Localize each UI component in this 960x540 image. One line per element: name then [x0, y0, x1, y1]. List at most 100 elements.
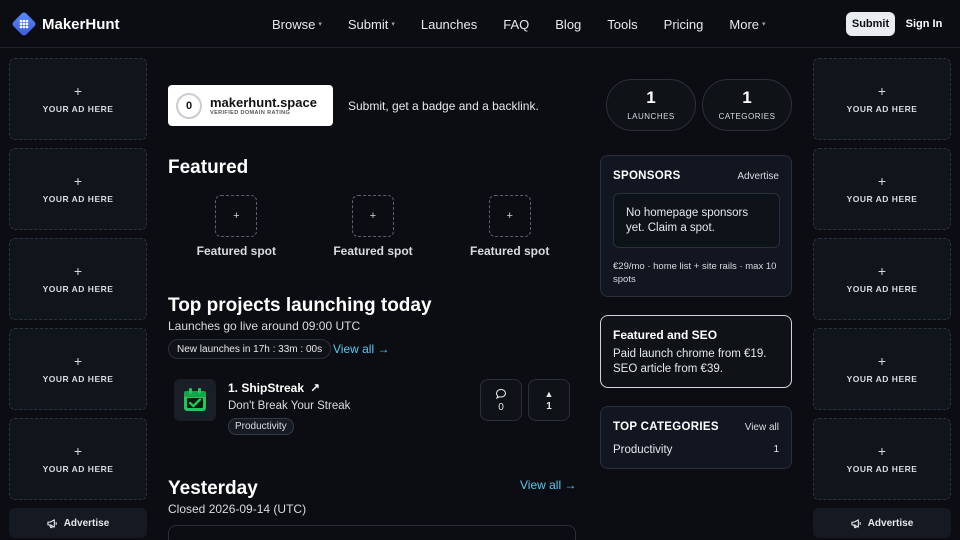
plus-icon: +	[73, 353, 83, 369]
project-logo[interactable]	[174, 379, 216, 421]
nav-submit[interactable]: Submit ▾	[348, 17, 395, 32]
project-title: 1. ShipStreak	[228, 381, 305, 395]
category-name: Productivity	[613, 444, 673, 456]
top-header: MakerHunt Browse ▾ Submit ▾ Launches FAQ B…	[0, 0, 960, 48]
project-row: 1. ShipStreak ↗ Don't Break Your Streak …	[174, 379, 576, 435]
nav-more[interactable]: More ▾	[729, 17, 765, 32]
project-title-link[interactable]: 1. ShipStreak ↗	[228, 381, 320, 395]
ad-label: YOUR AD HERE	[42, 284, 114, 294]
launches-stat: 1 LAUNCHES	[606, 79, 696, 131]
badge-text-group: makerhunt.space VERIFIED DOMAIN RATING	[210, 95, 317, 116]
featured-spot-label: Featured spot	[196, 244, 276, 258]
upvote-arrow-icon: ▲	[544, 388, 554, 399]
ad-slot[interactable]: + YOUR AD HERE	[813, 58, 951, 140]
nav-blog[interactable]: Blog	[555, 17, 581, 32]
featured-spot[interactable]: + Featured spot	[441, 195, 578, 258]
right-ad-column: + YOUR AD HERE + YOUR AD HERE + YOUR AD HER…	[813, 58, 951, 538]
ad-slot[interactable]: + YOUR AD HERE	[9, 418, 147, 500]
today-view-all-link[interactable]: View all →	[333, 342, 389, 356]
nav-pricing-label: Pricing	[663, 16, 704, 32]
megaphone-icon	[851, 518, 861, 528]
yesterday-view-all-link[interactable]: View all →	[520, 478, 576, 492]
advertise-button[interactable]: Advertise	[813, 508, 951, 538]
plus-icon: +	[73, 173, 83, 189]
plus-icon: +	[877, 263, 887, 279]
plus-icon: +	[488, 195, 531, 237]
nav-pricing[interactable]: Pricing	[664, 17, 704, 32]
sponsors-advertise-link[interactable]: Advertise	[737, 171, 779, 182]
featured-seo-card[interactable]: Featured and SEO Paid launch chrome from…	[600, 315, 792, 388]
nav-faq[interactable]: FAQ	[503, 17, 529, 32]
sponsors-title: SPONSORS	[613, 170, 681, 182]
launches-count: 1	[646, 88, 656, 107]
sponsors-empty-state[interactable]: No homepage sponsors yet. Claim a spot.	[613, 193, 780, 248]
left-ad-column: + YOUR AD HERE + YOUR AD HERE + YOUR AD HER…	[9, 58, 147, 538]
main-nav: Browse ▾ Submit ▾ Launches FAQ Blog Tools …	[272, 0, 792, 48]
seo-line-article: SEO article from €39.	[613, 363, 723, 375]
yesterday-project-card[interactable]	[168, 525, 576, 540]
brand[interactable]: MakerHunt	[12, 12, 120, 36]
ad-label: YOUR AD HERE	[846, 374, 918, 384]
nav-more-label: More	[729, 16, 760, 32]
seo-title: Featured and SEO	[613, 328, 718, 342]
ad-slot[interactable]: + YOUR AD HERE	[9, 148, 147, 230]
featured-spot-label: Featured spot	[333, 244, 413, 258]
category-count: 1	[773, 444, 779, 455]
badge-description: Submit, get a badge and a backlink.	[348, 98, 539, 113]
featured-spot[interactable]: + Featured spot	[168, 195, 305, 258]
chevron-down-icon: ▾	[391, 21, 395, 28]
badge-subtitle: VERIFIED DOMAIN RATING	[210, 109, 291, 116]
ad-label: YOUR AD HERE	[42, 464, 114, 474]
top-categories-panel: TOP CATEGORIES View all Productivity 1	[600, 406, 792, 469]
sign-in-button[interactable]: Sign In	[903, 12, 945, 36]
ad-label: YOUR AD HERE	[846, 194, 918, 204]
ad-slot[interactable]: + YOUR AD HERE	[813, 148, 951, 230]
launch-countdown: New launches in 17h : 33m : 00s	[168, 339, 332, 359]
submit-button[interactable]: Submit	[846, 12, 895, 36]
ad-slot[interactable]: + YOUR AD HERE	[813, 328, 951, 410]
nav-browse[interactable]: Browse ▾	[272, 17, 322, 32]
ad-slot[interactable]: + YOUR AD HERE	[9, 328, 147, 410]
ad-label: YOUR AD HERE	[42, 104, 114, 114]
plus-icon: +	[877, 173, 887, 189]
sponsors-panel: SPONSORS Advertise No homepage sponsors …	[600, 155, 792, 297]
category-row[interactable]: Productivity 1	[613, 444, 779, 456]
yesterday-subtitle: Closed 2026-09-14 (UTC)	[168, 502, 307, 516]
launches-label: LAUNCHES	[627, 112, 675, 121]
nav-blog-label: Blog	[555, 16, 582, 32]
ad-label: YOUR AD HERE	[846, 104, 918, 114]
calendar-check-icon	[184, 388, 206, 411]
comments-button[interactable]: 0	[480, 379, 522, 421]
featured-spot[interactable]: + Featured spot	[305, 195, 442, 258]
badge-row: 0 makerhunt.space VERIFIED DOMAIN RATING…	[168, 85, 539, 126]
ad-slot[interactable]: + YOUR AD HERE	[813, 238, 951, 320]
categories-label: CATEGORIES	[718, 112, 776, 121]
featured-spots: + Featured spot + Featured spot + Featured …	[168, 195, 578, 258]
categories-view-all-link[interactable]: View all	[745, 422, 779, 433]
today-title: Top projects launching today	[168, 295, 432, 316]
ad-slot[interactable]: + YOUR AD HERE	[9, 58, 147, 140]
upvote-button[interactable]: ▲ 1	[528, 379, 570, 421]
featured-title: Featured	[168, 157, 249, 178]
nav-faq-label: FAQ	[503, 16, 530, 32]
nav-launches[interactable]: Launches	[421, 17, 477, 32]
domain-rating-badge[interactable]: 0 makerhunt.space VERIFIED DOMAIN RATING	[168, 85, 333, 126]
chevron-down-icon: ▾	[762, 21, 766, 28]
ad-label: YOUR AD HERE	[846, 284, 918, 294]
comment-icon	[495, 388, 507, 399]
nav-submit-label: Submit	[347, 16, 389, 32]
advertise-label: Advertise	[63, 517, 110, 529]
top-categories-title: TOP CATEGORIES	[613, 421, 719, 433]
yesterday-title: Yesterday	[168, 478, 258, 499]
megaphone-icon	[47, 518, 57, 528]
plus-icon: +	[877, 443, 887, 459]
ad-slot[interactable]: + YOUR AD HERE	[813, 418, 951, 500]
featured-spot-label: Featured spot	[470, 244, 550, 258]
nav-browse-label: Browse	[272, 16, 316, 32]
nav-tools[interactable]: Tools	[607, 17, 637, 32]
advertise-button[interactable]: Advertise	[9, 508, 147, 538]
project-category-tag[interactable]: Productivity	[228, 418, 294, 435]
ad-slot[interactable]: + YOUR AD HERE	[9, 238, 147, 320]
sponsors-meta: €29/mo · home list + site rails · max 10…	[613, 261, 777, 285]
project-tagline: Don't Break Your Streak	[228, 400, 351, 412]
